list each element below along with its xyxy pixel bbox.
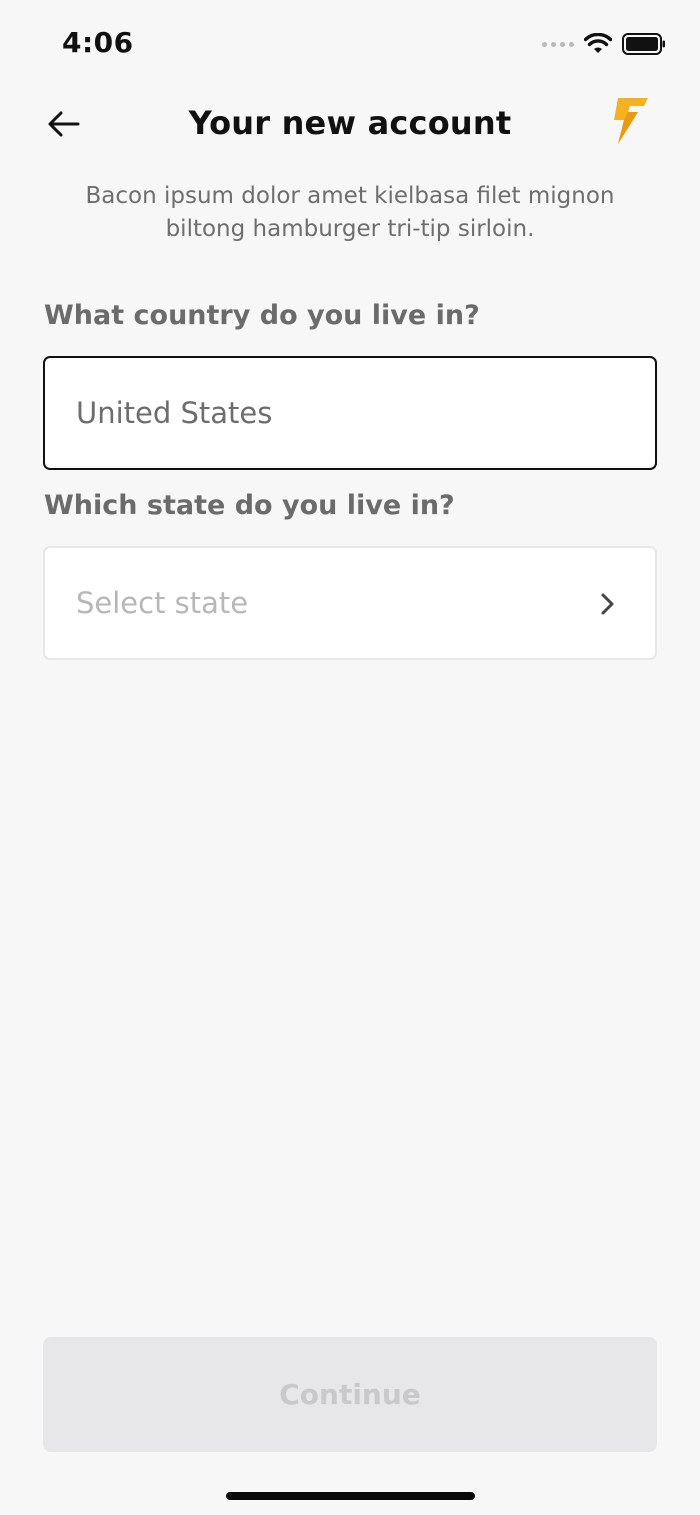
- wifi-icon: [584, 33, 612, 53]
- country-field[interactable]: [43, 356, 657, 470]
- signal-dots-icon: [542, 41, 574, 47]
- continue-button[interactable]: Continue: [43, 1337, 657, 1452]
- status-time: 4:06: [62, 26, 134, 59]
- chevron-right-icon: [601, 593, 614, 615]
- battery-icon: [622, 33, 665, 55]
- home-indicator[interactable]: [226, 1492, 475, 1500]
- state-select[interactable]: Select state: [43, 546, 657, 660]
- state-placeholder: Select state: [76, 586, 249, 620]
- header: Your new account: [0, 88, 700, 160]
- country-input[interactable]: [76, 396, 616, 430]
- status-icons: [542, 31, 666, 57]
- country-question-label: What country do you live in?: [44, 300, 480, 331]
- page-title: Your new account: [188, 104, 512, 142]
- intro-text: Bacon ipsum dolor amet kielbasa filet mi…: [85, 183, 615, 242]
- lightning-bolt-icon: [614, 98, 648, 144]
- state-question-label: Which state do you live in?: [44, 490, 455, 521]
- status-bar: 4:06: [0, 0, 700, 90]
